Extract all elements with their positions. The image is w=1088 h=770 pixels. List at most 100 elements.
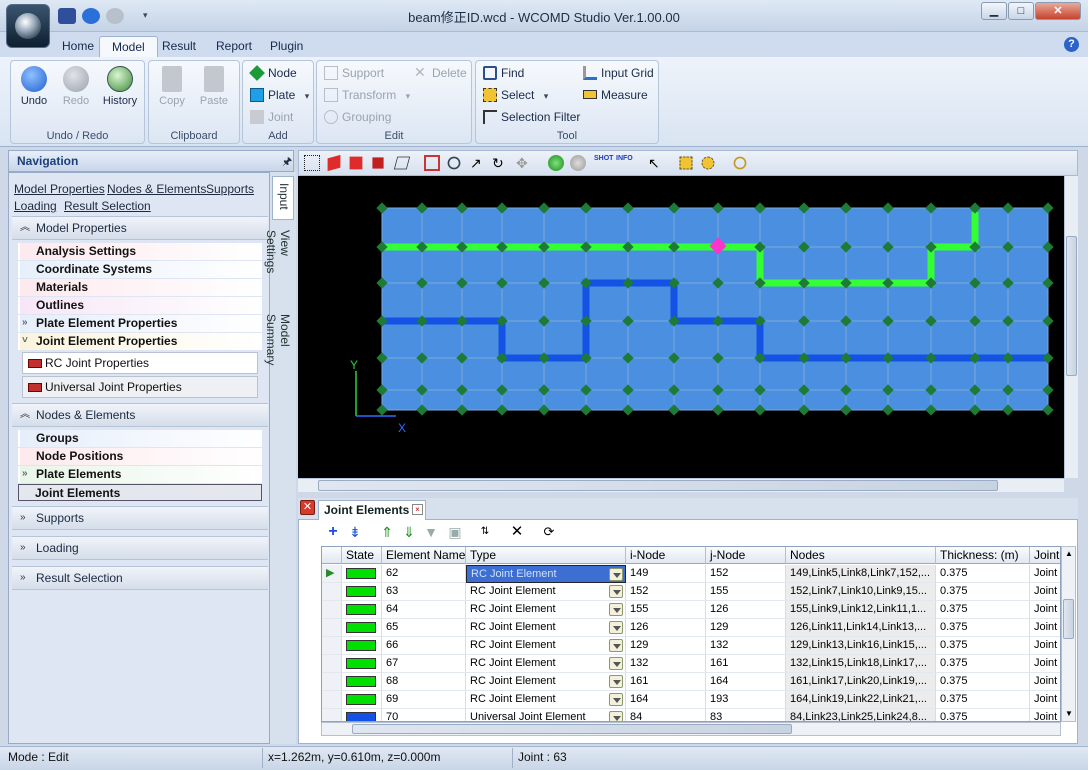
paste-button[interactable]: Paste xyxy=(194,66,234,107)
section-result-selection[interactable]: » Result Selection xyxy=(12,566,268,590)
measure-button[interactable]: Measure xyxy=(581,86,648,104)
cell-nodes[interactable]: 155,Link9,Link12,Link11,1... xyxy=(786,601,936,619)
zoom-window-icon[interactable] xyxy=(424,155,440,171)
cell-j-node[interactable]: 126 xyxy=(706,601,786,619)
add-row-icon[interactable]: + xyxy=(324,524,342,542)
cell-element-name[interactable]: 70 xyxy=(382,709,466,721)
row-header[interactable] xyxy=(322,673,342,691)
cell-nodes[interactable]: 132,Link15,Link18,Link17,... xyxy=(786,655,936,673)
grouping-button[interactable]: Grouping xyxy=(322,108,391,126)
support-button[interactable]: Support xyxy=(322,64,384,82)
nav-universal-joint-properties[interactable]: Universal Joint Properties xyxy=(22,376,258,398)
cell-joint-prop[interactable]: Joint xyxy=(1030,619,1060,637)
scroll-up-icon[interactable]: ▲ xyxy=(1065,549,1073,558)
cell-i-node[interactable]: 129 xyxy=(626,637,706,655)
nav-coordinate-systems[interactable]: Coordinate Systems xyxy=(18,261,262,278)
cell-state[interactable] xyxy=(342,637,382,655)
move-up-icon[interactable]: ⇑ xyxy=(378,524,396,542)
cell-joint-prop[interactable]: Joint xyxy=(1030,673,1060,691)
cell-state[interactable] xyxy=(342,601,382,619)
row-header[interactable] xyxy=(322,601,342,619)
input-grid-button[interactable]: Input Grid xyxy=(581,64,654,82)
viewport-horizontal-scrollbar[interactable] xyxy=(298,478,1064,492)
cell-i-node[interactable]: 84 xyxy=(626,709,706,721)
insert-row-icon[interactable]: ⇟ xyxy=(346,524,364,542)
cell-element-name[interactable]: 69 xyxy=(382,691,466,709)
joint-elements-tab[interactable]: Joint Elements xyxy=(318,500,426,520)
column-header-state[interactable]: State xyxy=(342,547,382,564)
scroll-thumb[interactable] xyxy=(1063,599,1074,639)
tab-plugin[interactable]: Plugin xyxy=(258,36,315,58)
link-supports[interactable]: Supports xyxy=(206,182,254,196)
scroll-thumb[interactable] xyxy=(318,480,998,491)
link-result-selection[interactable]: Result Selection xyxy=(64,199,151,213)
add-joint-button[interactable]: Joint xyxy=(248,108,293,126)
cell-state[interactable] xyxy=(342,565,382,583)
copy-row-icon[interactable]: ▣ xyxy=(446,524,464,542)
cell-j-node[interactable]: 164 xyxy=(706,673,786,691)
sort-icon[interactable]: ⇅ xyxy=(476,524,494,542)
nav-plate-element-properties[interactable]: » Plate Element Properties xyxy=(18,315,262,332)
cell-joint-prop[interactable]: Joint xyxy=(1030,565,1060,583)
find-button[interactable]: Find xyxy=(481,64,524,82)
cell-type[interactable]: RC Joint Element xyxy=(466,619,626,637)
cell-type[interactable]: RC Joint Element xyxy=(466,583,626,601)
screenshot-icon[interactable]: SHOT xyxy=(594,155,613,171)
cell-joint-prop[interactable]: Joint xyxy=(1030,655,1060,673)
tab-report[interactable]: Report xyxy=(204,36,264,58)
cell-type[interactable]: RC Joint Element xyxy=(466,673,626,691)
cell-thickness[interactable]: 0.375 xyxy=(936,601,1030,619)
cell-nodes[interactable]: 152,Link7,Link10,Link9,15... xyxy=(786,583,936,601)
cell-thickness[interactable]: 0.375 xyxy=(936,655,1030,673)
close-button[interactable]: ✕ xyxy=(1035,2,1081,20)
cell-j-node[interactable]: 129 xyxy=(706,619,786,637)
help-icon[interactable]: ? xyxy=(1064,37,1079,52)
undo-button[interactable]: Undo xyxy=(14,66,54,107)
dropdown-arrow-icon[interactable] xyxy=(609,675,623,688)
zoom-out-icon[interactable] xyxy=(447,156,461,170)
cell-i-node[interactable]: 155 xyxy=(626,601,706,619)
nav-node-positions[interactable]: Node Positions xyxy=(18,448,262,465)
select-all-icon[interactable] xyxy=(304,155,320,171)
viewport-vertical-scrollbar[interactable] xyxy=(1064,176,1078,478)
cell-i-node[interactable]: 132 xyxy=(626,655,706,673)
nav-materials[interactable]: Materials xyxy=(18,279,262,296)
orbit-icon[interactable]: ✥ xyxy=(516,155,532,171)
row-header[interactable] xyxy=(322,709,342,721)
add-plate-button[interactable]: Plate ▾ xyxy=(248,86,309,104)
section-nodes-elements[interactable]: ︽ Nodes & Elements xyxy=(12,403,268,427)
column-header-element-name[interactable]: Element Name xyxy=(382,547,466,564)
nav-plate-elements[interactable]: » Plate Elements xyxy=(18,466,262,483)
cell-state[interactable] xyxy=(342,691,382,709)
copy-button[interactable]: Copy xyxy=(152,66,192,107)
select-lasso-icon[interactable] xyxy=(701,156,715,170)
view-top-icon[interactable] xyxy=(372,157,384,169)
cell-nodes[interactable]: 129,Link13,Link16,Link15,... xyxy=(786,637,936,655)
cell-i-node[interactable]: 164 xyxy=(626,691,706,709)
pan-icon[interactable]: ↗ xyxy=(470,155,486,171)
model-canvas[interactable]: Y X xyxy=(298,176,1064,478)
dropdown-arrow-icon[interactable] xyxy=(609,639,623,652)
cell-joint-prop[interactable]: Joint xyxy=(1030,601,1060,619)
cell-joint-prop[interactable]: Joint xyxy=(1030,583,1060,601)
maximize-button[interactable]: □ xyxy=(1008,2,1034,20)
dropdown-arrow-icon[interactable] xyxy=(609,621,623,634)
tab-home[interactable]: Home xyxy=(50,36,106,58)
cell-thickness[interactable]: 0.375 xyxy=(936,709,1030,721)
scroll-thumb[interactable] xyxy=(1066,236,1077,376)
cell-element-name[interactable]: 63 xyxy=(382,583,466,601)
cell-state[interactable] xyxy=(342,655,382,673)
cell-element-name[interactable]: 68 xyxy=(382,673,466,691)
fill-icon[interactable]: ▼ xyxy=(422,524,440,542)
transform-dropdown-icon[interactable]: ▾ xyxy=(406,91,411,101)
close-tab-icon[interactable]: × xyxy=(412,504,423,515)
info-icon[interactable]: INFO xyxy=(616,155,633,171)
section-loading[interactable]: » Loading xyxy=(12,536,268,560)
minimize-button[interactable]: ▁ xyxy=(981,2,1007,20)
move-down-icon[interactable]: ⇓ xyxy=(400,524,418,542)
plate-dropdown-icon[interactable]: ▾ xyxy=(305,91,310,101)
cell-type[interactable]: RC Joint Element xyxy=(466,691,626,709)
row-header[interactable]: ▶ xyxy=(322,565,342,583)
cell-nodes[interactable]: 84,Link23,Link25,Link24,8... xyxy=(786,709,936,721)
dropdown-arrow-icon[interactable] xyxy=(609,585,623,598)
